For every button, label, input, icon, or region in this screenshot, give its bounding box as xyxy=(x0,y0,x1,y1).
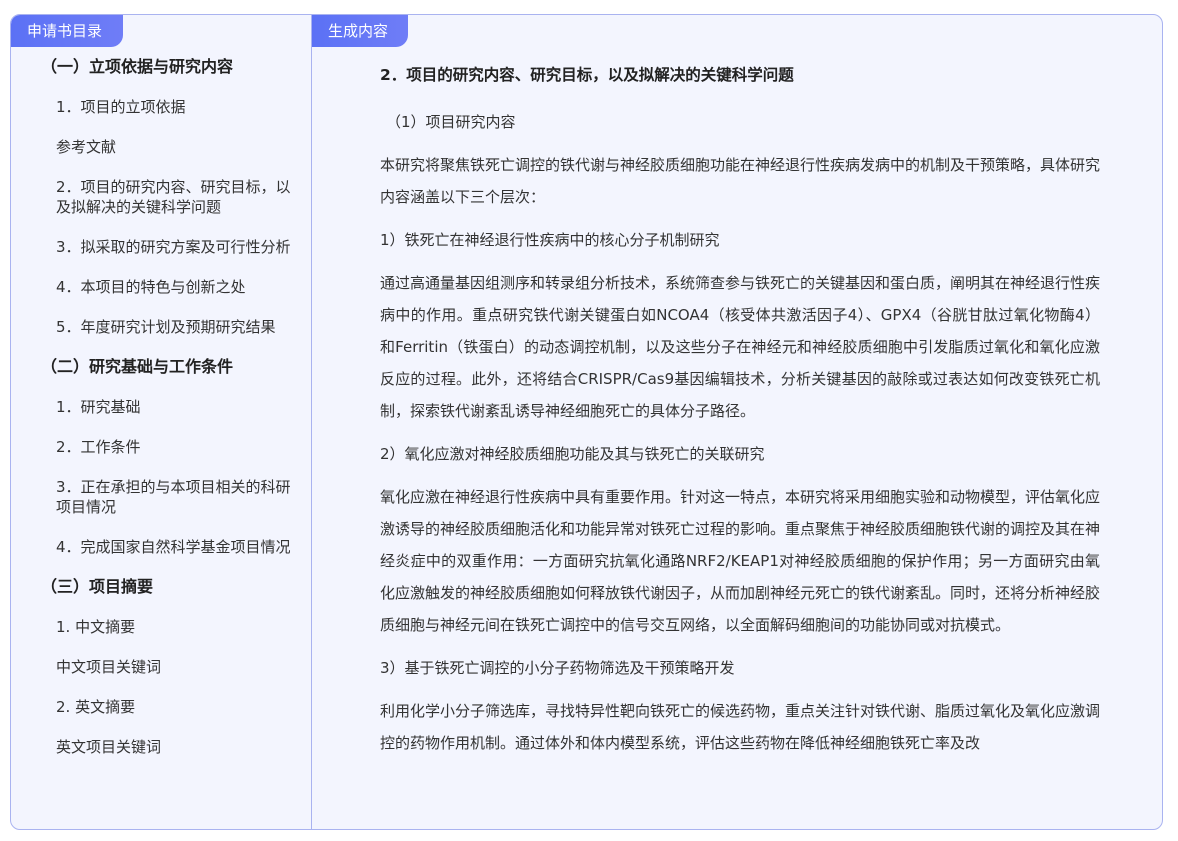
part2-text: 氧化应激在神经退行性疾病中具有重要作用。针对这一特点，本研究将采用细胞实验和动物… xyxy=(380,488,1101,634)
content-heading: 2．项目的研究内容、研究目标，以及拟解决的关键科学问题 xyxy=(380,66,794,84)
toc-item-work-conditions[interactable]: 2．工作条件 xyxy=(11,437,312,457)
toc-item-research-content[interactable]: 2．项目的研究内容、研究目标，以及拟解决的关键科学问题 xyxy=(11,177,312,217)
part3-text: 利用化学小分子筛选库，寻找特异性靶向铁死亡的候选药物，重点关注针对铁代谢、脂质过… xyxy=(380,702,1101,752)
toc-item-english-keywords[interactable]: 英文项目关键词 xyxy=(11,737,312,757)
toc-item-research-basis[interactable]: 1．研究基础 xyxy=(11,397,312,417)
toc-item-english-abstract[interactable]: 2. 英文摘要 xyxy=(11,697,312,717)
toc-item-innovation[interactable]: 4．本项目的特色与创新之处 xyxy=(11,277,312,297)
content-tab-label: 生成内容 xyxy=(312,15,408,47)
toc-tab-label: 申请书目录 xyxy=(11,15,123,47)
part2-title: 2）氧化应激对神经胶质细胞功能及其与铁死亡的关联研究 xyxy=(380,445,765,463)
toc-item-chinese-abstract[interactable]: 1. 中文摘要 xyxy=(11,617,312,637)
part1-title: 1）铁死亡在神经退行性疾病中的核心分子机制研究 xyxy=(380,231,720,249)
toc-item-chinese-keywords[interactable]: 中文项目关键词 xyxy=(11,657,312,677)
application-form-panel: 申请书目录 （一）立项依据与研究内容 1．项目的立项依据 参考文献 2．项目的研… xyxy=(10,14,1163,830)
toc-item-ongoing-projects[interactable]: 3．正在承担的与本项目相关的科研项目情况 xyxy=(11,477,312,517)
toc-item-completed-nsfc[interactable]: 4．完成国家自然科学基金项目情况 xyxy=(11,537,312,557)
generated-content: 2．项目的研究内容、研究目标，以及拟解决的关键科学问题 （1）项目研究内容 本研… xyxy=(380,63,1100,774)
toc-item-references[interactable]: 参考文献 xyxy=(11,137,312,157)
generated-content-pane: 生成内容 2．项目的研究内容、研究目标，以及拟解决的关键科学问题 （1）项目研究… xyxy=(312,15,1162,829)
toc-list: （一）立项依据与研究内容 1．项目的立项依据 参考文献 2．项目的研究内容、研究… xyxy=(11,57,312,777)
toc-section-foundation[interactable]: （二）研究基础与工作条件 xyxy=(11,357,312,377)
toc-item-rationale[interactable]: 1．项目的立项依据 xyxy=(11,97,312,117)
content-intro: 本研究将聚焦铁死亡调控的铁代谢与神经胶质细胞功能在神经退行性疾病发病中的机制及干… xyxy=(380,156,1101,206)
toc-sidebar: 申请书目录 （一）立项依据与研究内容 1．项目的立项依据 参考文献 2．项目的研… xyxy=(11,15,312,829)
toc-item-annual-plan[interactable]: 5．年度研究计划及预期研究结果 xyxy=(11,317,312,337)
toc-section-abstract[interactable]: （三）项目摘要 xyxy=(11,577,312,597)
content-subheading: （1）项目研究内容 xyxy=(386,113,516,131)
toc-section-basis[interactable]: （一）立项依据与研究内容 xyxy=(11,57,312,77)
part3-title: 3）基于铁死亡调控的小分子药物筛选及干预策略开发 xyxy=(380,659,735,677)
part1-text: 通过高通量基因组测序和转录组分析技术，系统筛查参与铁死亡的关键基因和蛋白质，阐明… xyxy=(380,274,1101,420)
toc-item-research-plan[interactable]: 3．拟采取的研究方案及可行性分析 xyxy=(11,237,312,257)
